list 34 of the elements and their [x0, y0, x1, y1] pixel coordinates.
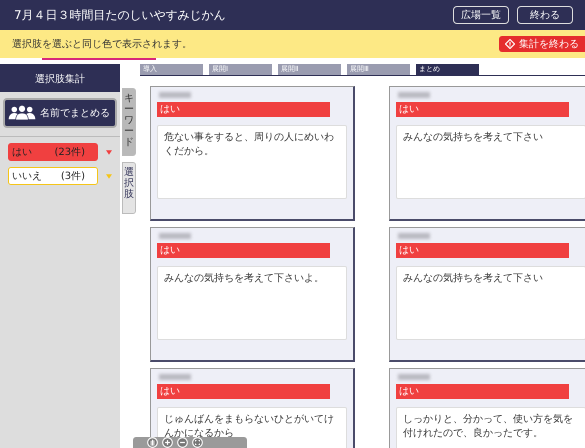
people-icon — [8, 104, 36, 122]
blurred-name — [159, 92, 191, 98]
fit-screen-icon[interactable] — [192, 437, 203, 448]
answer-text: しっかりと、分かって、使い方を気を付けれたので、良かったです。 — [396, 407, 585, 448]
blurred-name — [159, 374, 191, 380]
choice-label: はい — [396, 243, 569, 258]
side-tab[interactable]: 選択肢 — [122, 162, 136, 214]
choice-label: はい — [157, 243, 330, 258]
header-button[interactable]: 終わる — [517, 6, 573, 24]
blurred-name — [398, 92, 430, 98]
choice-item[interactable]: いいえ (3件) — [8, 167, 98, 185]
answer-text: みんなの気持ちを考えて下さいよ。 — [157, 266, 347, 340]
dropdown-triangle-icon[interactable] — [106, 150, 112, 154]
blurred-name — [159, 233, 191, 239]
sidebar-title: 選択肢集計 — [0, 64, 120, 92]
side-tab[interactable]: キーワード — [122, 88, 136, 156]
choice-label: はい — [396, 102, 569, 117]
choice-label: はい — [157, 384, 330, 399]
diamond-icon — [505, 39, 515, 49]
notice-text: 選択肢を選ぶと同じ色で表示されます。 — [12, 38, 192, 51]
lesson-title: 7月４日３時間目たのしいやすみじかん — [14, 6, 226, 24]
answer-text: 危ない事をすると、周りの人にめいわくだから。 — [157, 125, 347, 199]
choice-label: はい — [396, 384, 569, 399]
answer-text: みんなの気持ちを考えて下さい — [396, 125, 585, 199]
blurred-name — [398, 233, 430, 239]
group-by-name-button[interactable]: 名前でまとめる — [3, 98, 117, 128]
zoom-in-icon[interactable] — [162, 437, 173, 448]
zoom-out-icon[interactable] — [177, 437, 188, 448]
choice-label: はい — [157, 102, 330, 117]
choice-item[interactable]: はい (23件) — [8, 143, 98, 161]
end-tally-button[interactable]: 集計を終わる — [499, 36, 585, 52]
answer-text: みんなの気持ちを考えて下さい — [396, 266, 585, 340]
blurred-name — [398, 374, 430, 380]
header-button[interactable]: 広場一覧 — [453, 6, 509, 24]
